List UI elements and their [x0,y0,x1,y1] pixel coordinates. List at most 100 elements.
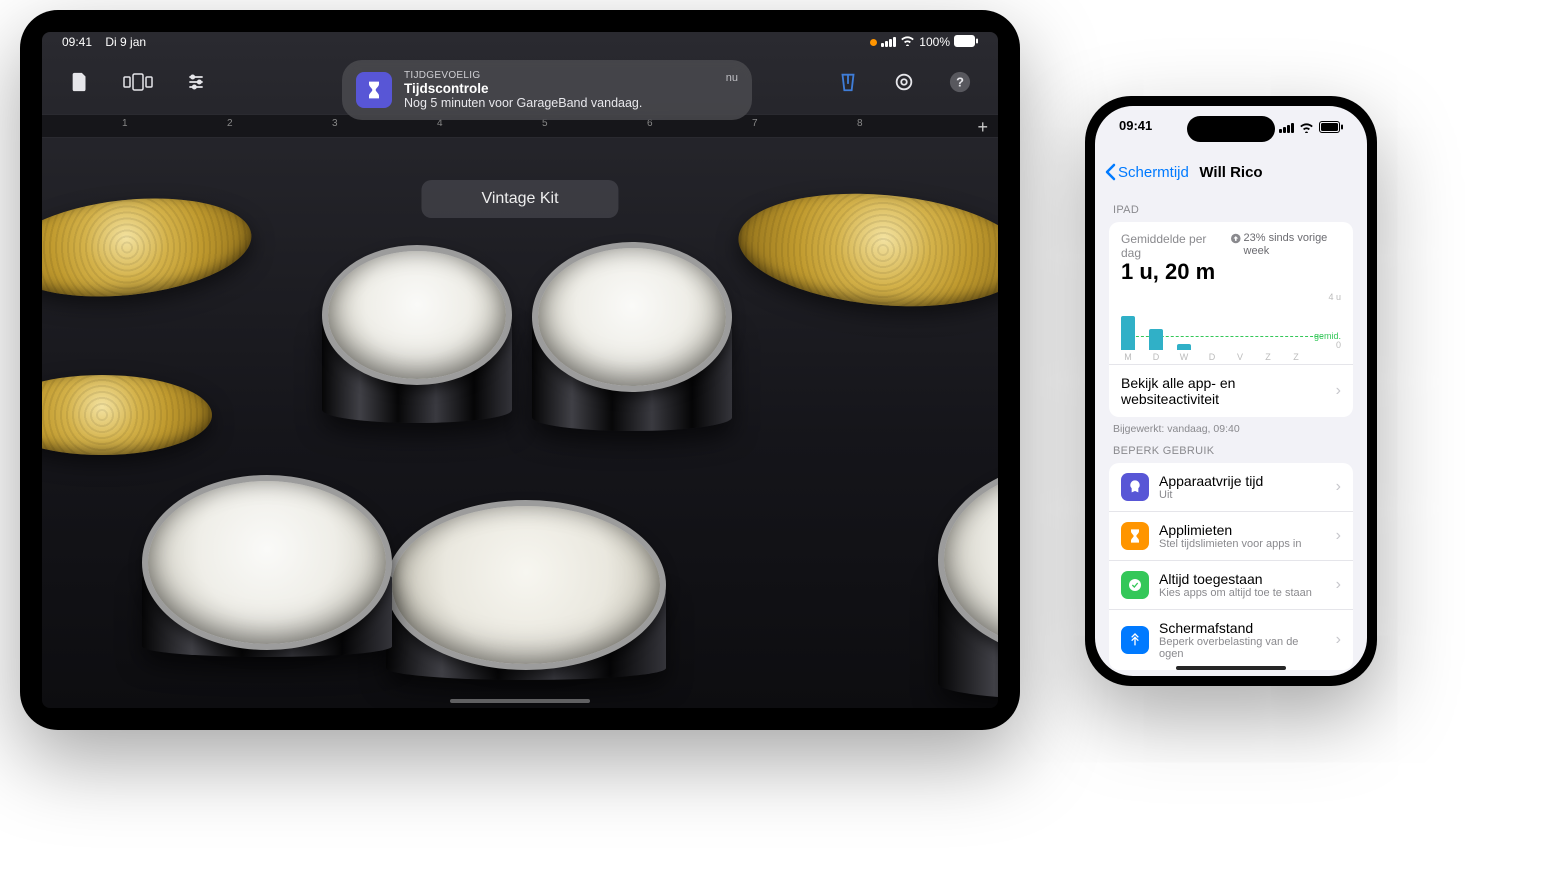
chevron-left-icon [1105,163,1116,181]
cell-title: Applimieten [1159,522,1326,538]
section-limits: BEPERK GEBRUIK [1113,445,1349,457]
track-controls-button[interactable] [176,62,216,102]
x-tick: W [1177,352,1191,362]
hourglass-icon [356,72,392,108]
status-time: 09:41 [62,35,92,49]
iphone-screen: 09:41 Schermtijd Will Rico IPAD Gemiddel… [1095,106,1367,676]
ipad-status-right: 100% [870,35,978,50]
notification-time: nu [726,72,738,84]
my-songs-button[interactable] [60,62,100,102]
limits-row[interactable]: ApplimietenStel tijdslimieten voor apps … [1109,511,1353,560]
back-label: Schermtijd [1118,164,1189,181]
row-icon [1121,571,1149,599]
delta-badge: 23% sinds vorige week [1231,232,1341,258]
x-tick: V [1233,352,1247,362]
ruler-mark: 1 [122,118,128,129]
dynamic-island [1187,116,1275,142]
cell-sub: Kies apps om altijd toe te staan [1159,587,1326,599]
page-title: Will Rico [1199,164,1262,181]
screentime-content[interactable]: IPAD Gemiddelde per dag 1 u, 20 m 23% si… [1095,194,1367,676]
ruler-mark: 3 [332,118,338,129]
see-all-activity[interactable]: Bekijk alle app- en websiteactiviteit › [1109,364,1353,417]
chart-bars [1121,298,1319,350]
wifi-icon [1299,121,1314,136]
iphone-device: 09:41 Schermtijd Will Rico IPAD Gemiddel… [1085,96,1377,686]
limits-row[interactable]: Apparaatvrije tijdUit › [1109,463,1353,511]
battery-icon [1319,121,1343,136]
x-tick: D [1205,352,1219,362]
notification-body: TIJDGEVOELIG Tijdscontrole Nog 5 minuten… [404,70,714,110]
browser-button[interactable] [118,62,158,102]
chevron-right-icon: › [1336,631,1341,649]
row-icon [1121,626,1149,654]
ipad-status-left: 09:41 Di 9 jan [62,35,146,49]
chevron-right-icon: › [1336,478,1341,496]
iphone-status-right [1279,118,1343,138]
ruler-mark: 8 [857,118,863,129]
delta-text: 23% sinds vorige week [1244,232,1341,258]
row-icon [1121,473,1149,501]
avg-value: 1 u, 20 m [1121,260,1223,284]
limits-row[interactable]: SchermafstandBeperk overbelasting van de… [1109,609,1353,670]
chart-bar [1177,344,1191,351]
metronome-button[interactable] [828,62,868,102]
ruler-mark: 7 [752,118,758,129]
ipad-screen: 09:41 Di 9 jan 100% ? [42,32,998,708]
help-button[interactable]: ? [940,62,980,102]
cell-title: Schermafstand [1159,620,1326,636]
recording-indicator-icon [870,39,877,46]
wifi-icon [900,35,915,49]
y-tick-top: 4 u [1328,292,1341,302]
x-tick: M [1121,352,1135,362]
cell-sub: Uit [1159,489,1326,501]
cellular-icon [1279,123,1294,133]
cellular-icon [881,37,896,47]
section-device: IPAD [1113,204,1349,216]
cell-sub: Beperk overbelasting van de ogen [1159,636,1326,660]
home-indicator[interactable] [1176,666,1286,670]
svg-text:?: ? [956,75,964,90]
drum-kit [42,150,998,708]
nav-bar: Schermtijd Will Rico [1095,150,1367,194]
kit-name: Vintage Kit [481,190,558,207]
ruler-mark: 2 [227,118,233,129]
chevron-right-icon: › [1336,576,1341,594]
limits-card: Apparaatvrije tijdUit›ApplimietenStel ti… [1109,463,1353,670]
ipad-device: 09:41 Di 9 jan 100% ? [20,10,1020,730]
row-icon [1121,522,1149,550]
chart-x-labels: MDWDVZZ [1121,352,1319,362]
notification-title: Tijdscontrole [404,81,714,96]
add-section-button[interactable]: + [977,117,988,138]
ipad-status-bar: 09:41 Di 9 jan 100% [42,32,998,52]
drum-kit-selector[interactable]: Vintage Kit [421,180,618,218]
hihat-cymbal[interactable] [42,375,212,455]
y-tick-bot: 0 [1336,340,1341,350]
chart-bar [1121,316,1135,350]
see-all-label: Bekijk alle app- en websiteactiviteit [1121,375,1326,407]
limits-row[interactable]: Altijd toegestaanKies apps om altijd toe… [1109,560,1353,609]
notification-tag: TIJDGEVOELIG [404,70,714,81]
cell-title: Altijd toegestaan [1159,571,1326,587]
screentime-notification[interactable]: TIJDGEVOELIG Tijdscontrole Nog 5 minuten… [342,60,752,120]
status-time: 09:41 [1119,118,1152,138]
home-indicator[interactable] [450,699,590,703]
cell-sub: Stel tijdslimieten voor apps in [1159,538,1326,550]
avg-label: Gemiddelde per dag [1121,232,1223,260]
cell-title: Apparaatvrije tijd [1159,473,1326,489]
chart-bar [1149,329,1163,350]
back-button[interactable]: Schermtijd [1105,163,1189,181]
chevron-right-icon: › [1336,527,1341,545]
ride-cymbal[interactable] [734,183,998,318]
settings-button[interactable] [884,62,924,102]
battery-icon [954,35,978,50]
usage-chart[interactable]: 4 u gemid. 0 MDWDVZZ [1121,292,1341,362]
status-date: Di 9 jan [105,35,146,49]
updated-text: Bijgewerkt: vandaag, 09:40 [1113,423,1349,435]
usage-card: Gemiddelde per dag 1 u, 20 m 23% sinds v… [1109,222,1353,417]
x-tick: Z [1289,352,1303,362]
x-tick: Z [1261,352,1275,362]
x-tick: D [1149,352,1163,362]
crash-cymbal-left[interactable] [42,187,256,308]
arrow-up-icon [1231,233,1241,244]
chevron-right-icon: › [1336,382,1341,400]
